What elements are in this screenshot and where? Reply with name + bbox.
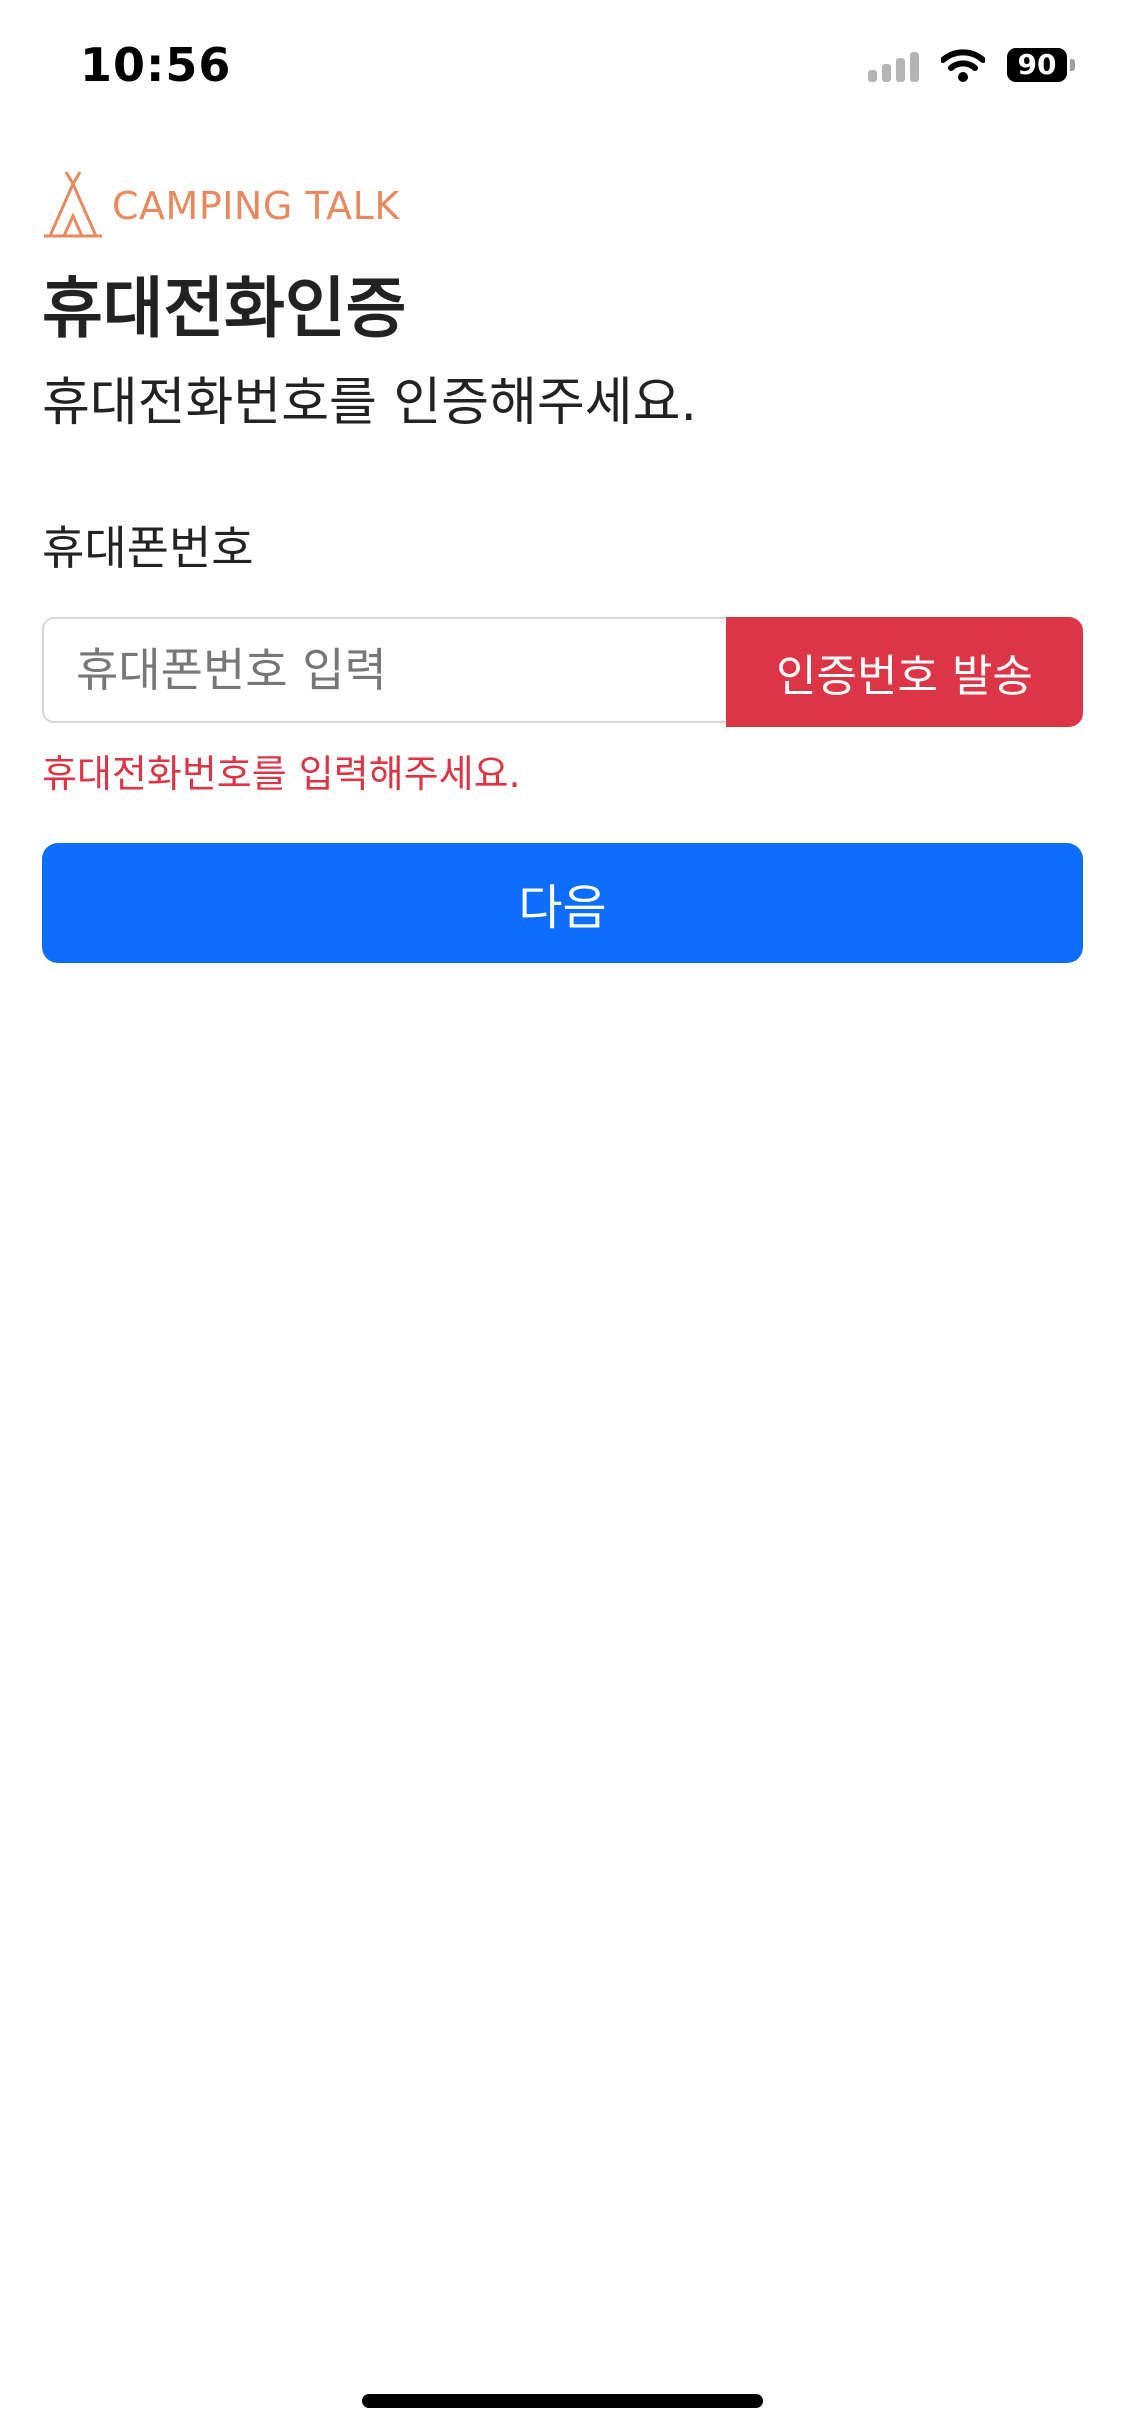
tent-icon [44,171,102,238]
error-message: 휴대전화번호를 입력해주세요. [42,752,521,796]
status-bar: 10:56 90 [0,0,1125,140]
page-subtitle: 휴대전화번호를 인증해주세요. [42,373,697,433]
send-code-button[interactable]: 인증번호 발송 [726,617,1083,727]
wifi-icon [941,49,985,82]
phone-label: 휴대폰번호 [42,521,254,575]
signal-icon [868,48,919,82]
battery-level: 90 [1007,48,1067,82]
brand-name: CAMPING TALK [112,184,400,228]
status-time: 10:56 [80,38,232,92]
battery-icon: 90 [1007,48,1075,82]
phone-input[interactable] [42,617,730,723]
next-button[interactable]: 다음 [42,843,1083,963]
home-indicator [362,2394,763,2408]
page-title: 휴대전화인증 [42,270,407,347]
status-icons: 90 [868,48,1075,82]
phone-input-group: 인증번호 발송 [42,617,1083,727]
brand-logo: CAMPING TALK [42,170,400,242]
